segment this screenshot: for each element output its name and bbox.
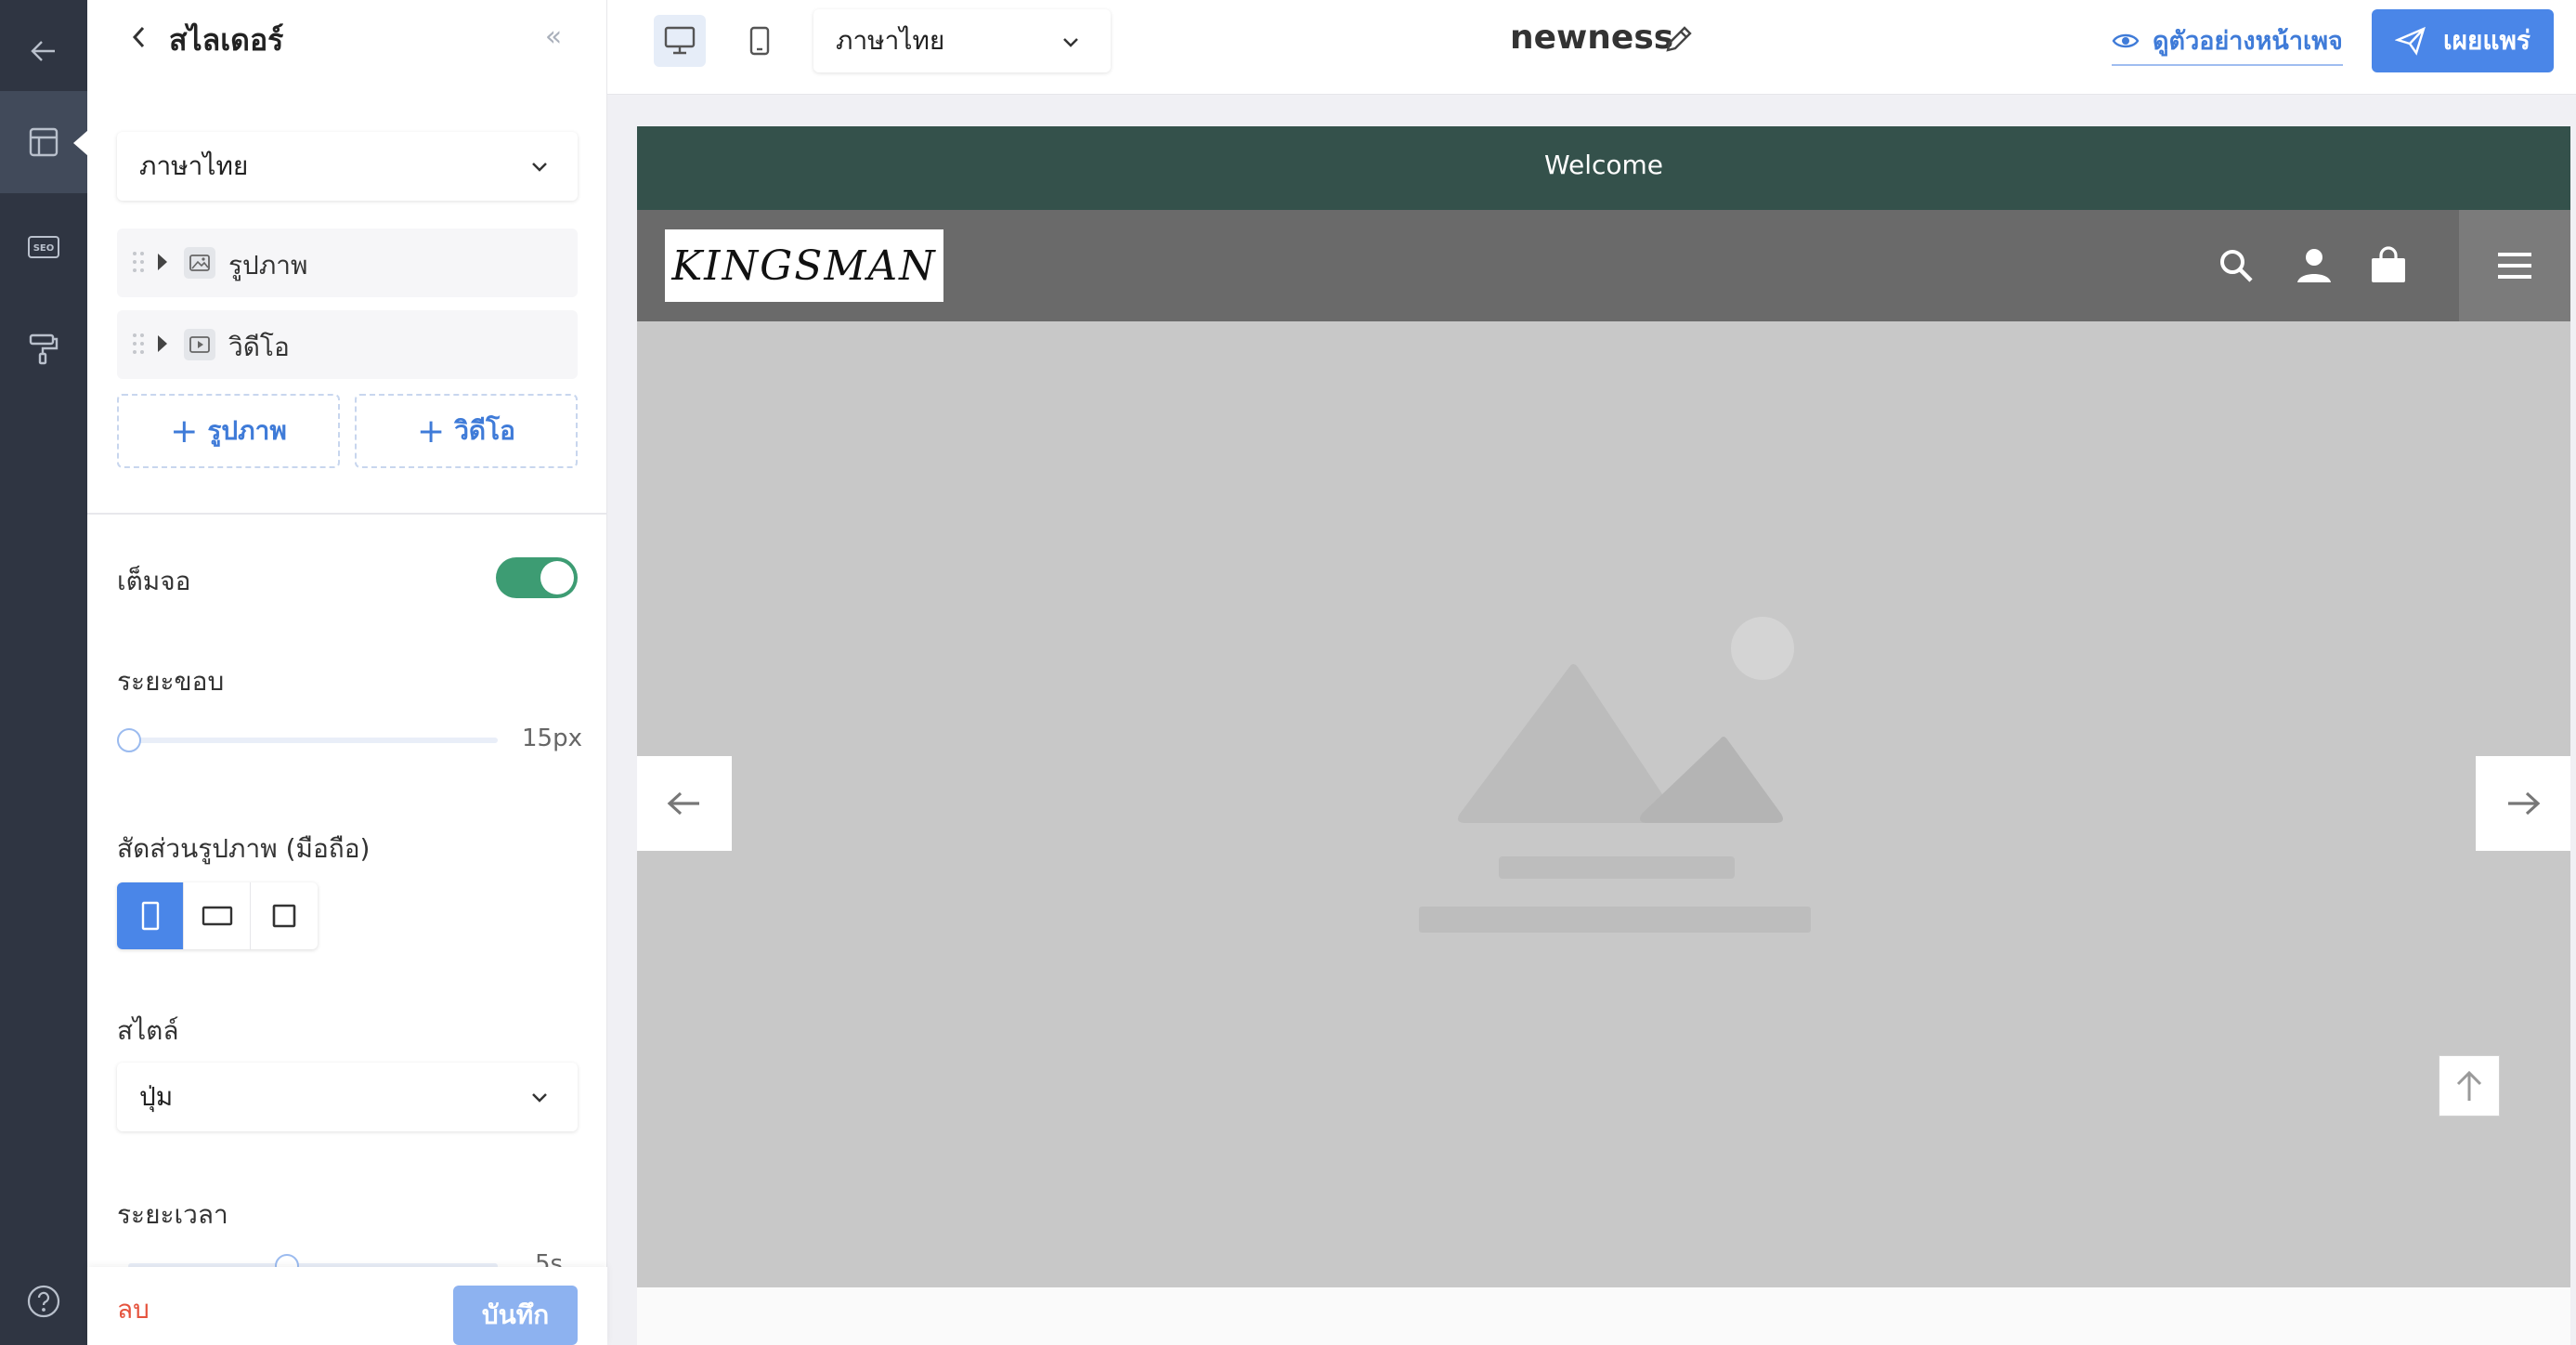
- mobile-icon: [749, 26, 770, 56]
- image-placeholder-icon: [1419, 617, 1811, 933]
- style-value: ปุ่ม: [139, 1081, 174, 1112]
- delete-button[interactable]: ลบ: [117, 1289, 150, 1330]
- layout-icon: [29, 127, 59, 157]
- padding-slider[interactable]: [128, 738, 498, 743]
- panel-title: สไลเดอร์: [169, 22, 284, 58]
- expand-caret-icon[interactable]: [158, 335, 167, 352]
- drag-handle-icon[interactable]: [132, 333, 145, 355]
- seo-icon: SEO: [28, 236, 59, 258]
- padding-value: 15px: [522, 725, 582, 752]
- toggle-knob: [540, 561, 574, 594]
- search-icon[interactable]: [2216, 245, 2257, 286]
- aspect-ratio-label: สัดส่วนรูปภาพ (มือถือ): [117, 833, 371, 864]
- tree-item-label: วิดีโอ: [228, 332, 290, 362]
- rail-theme-button[interactable]: [0, 297, 87, 399]
- chevron-down-icon: [532, 163, 547, 172]
- page-name: newness: [1510, 19, 1674, 57]
- slider-prev-button[interactable]: [637, 756, 732, 851]
- menu-button[interactable]: [2459, 210, 2570, 321]
- panel-back-button[interactable]: [123, 20, 156, 54]
- plus-icon: +: [417, 411, 446, 451]
- eye-icon: [2112, 33, 2140, 47]
- padding-slider-handle[interactable]: [117, 728, 141, 752]
- back-button[interactable]: [0, 0, 87, 102]
- add-video-label: วิดีโอ: [454, 415, 515, 446]
- publish-label: เผยแพร่: [2443, 25, 2530, 56]
- duration-label: ระยะเวลา: [117, 1199, 228, 1230]
- save-button[interactable]: บันทึก: [453, 1286, 578, 1345]
- image-icon: [184, 247, 215, 279]
- send-icon: [2395, 26, 2426, 56]
- panel-header: สไลเดอร์ «: [87, 0, 607, 74]
- mobile-view-button[interactable]: [734, 15, 786, 67]
- aspect-ratio-selector: [117, 882, 318, 949]
- canvas-bottom-area: [637, 1287, 2570, 1345]
- panel-language-select[interactable]: ภาษาไทย: [117, 132, 578, 201]
- drag-handle-icon[interactable]: [132, 251, 145, 273]
- square-icon: [272, 904, 296, 928]
- divider: [87, 513, 607, 515]
- aspect-portrait-button[interactable]: [117, 882, 184, 949]
- scroll-to-top-button[interactable]: [2439, 1055, 2500, 1116]
- expand-caret-icon[interactable]: [158, 254, 167, 270]
- arrow-right-icon: [2508, 791, 2541, 816]
- fullscreen-toggle[interactable]: [496, 557, 578, 598]
- hamburger-icon: [2498, 253, 2531, 279]
- panel-language-value: ภาษาไทย: [139, 150, 249, 181]
- preview-page-link[interactable]: ดูตัวอย่างหน้าเพจ: [2112, 20, 2343, 66]
- fullscreen-label: เต็มจอ: [117, 566, 191, 596]
- portrait-icon: [141, 901, 159, 931]
- desktop-view-button[interactable]: [654, 15, 706, 67]
- pencil-icon[interactable]: [1662, 22, 1696, 56]
- page-preview-canvas: Welcome KINGSMAN: [637, 126, 2570, 1345]
- desktop-icon: [664, 26, 696, 55]
- video-icon: [184, 329, 215, 360]
- add-image-label: รูปภาพ: [207, 415, 287, 446]
- rail-seo-button[interactable]: SEO: [0, 195, 87, 297]
- arrow-left-icon: [31, 41, 55, 61]
- svg-text:SEO: SEO: [33, 243, 55, 254]
- site-nav-bar: KINGSMAN: [637, 210, 2570, 321]
- paint-roller-icon: [29, 333, 59, 365]
- padding-label: ระยะขอบ: [117, 666, 225, 697]
- landscape-icon: [202, 906, 232, 926]
- publish-button[interactable]: เผยแพร่: [2372, 9, 2554, 72]
- tree-item-video[interactable]: วิดีโอ: [117, 310, 578, 379]
- add-video-button[interactable]: + วิดีโอ: [355, 394, 578, 468]
- add-image-button[interactable]: + รูปภาพ: [117, 394, 340, 468]
- slider-next-button[interactable]: [2476, 756, 2570, 851]
- icon-rail: SEO: [0, 0, 88, 1345]
- welcome-text: Welcome: [1543, 150, 1664, 180]
- shopping-bag-icon[interactable]: [2368, 245, 2409, 286]
- panel-footer: ลบ บันทึก: [87, 1267, 607, 1345]
- language-select[interactable]: ภาษาไทย: [813, 9, 1111, 72]
- arrow-up-icon: [2456, 1070, 2482, 1101]
- style-label: สไตล์: [117, 1015, 179, 1046]
- style-select[interactable]: ปุ่ม: [117, 1063, 578, 1131]
- top-bar: ภาษาไทย newness ดูตัวอย่างหน้าเพจ เผยแพร…: [607, 0, 2576, 95]
- collapse-panel-icon[interactable]: «: [537, 20, 570, 54]
- arrow-left-icon: [667, 791, 699, 816]
- chevron-down-icon: [1063, 38, 1078, 47]
- aspect-landscape-button[interactable]: [184, 882, 251, 949]
- chevron-down-icon: [532, 1093, 547, 1103]
- settings-panel: สไลเดอร์ « ภาษาไทย รูปภาพ วิดีโอ + รูปภา…: [87, 0, 607, 1345]
- preview-label: ดูตัวอย่างหน้าเพจ: [2153, 27, 2343, 56]
- plus-icon: +: [170, 411, 199, 451]
- user-icon[interactable]: [2294, 245, 2335, 286]
- aspect-square-button[interactable]: [251, 882, 318, 949]
- welcome-bar: Welcome: [637, 126, 2570, 210]
- tree-item-label: รูปภาพ: [228, 250, 308, 281]
- question-circle-icon: [27, 1285, 60, 1318]
- chevron-left-icon: [132, 26, 145, 48]
- tree-item-image[interactable]: รูปภาพ: [117, 229, 578, 297]
- site-logo[interactable]: KINGSMAN: [665, 229, 943, 302]
- language-value: ภาษาไทย: [836, 25, 945, 56]
- rail-layout-button[interactable]: [0, 91, 88, 193]
- slider-hero: [637, 321, 2570, 1287]
- help-button[interactable]: [0, 1269, 87, 1334]
